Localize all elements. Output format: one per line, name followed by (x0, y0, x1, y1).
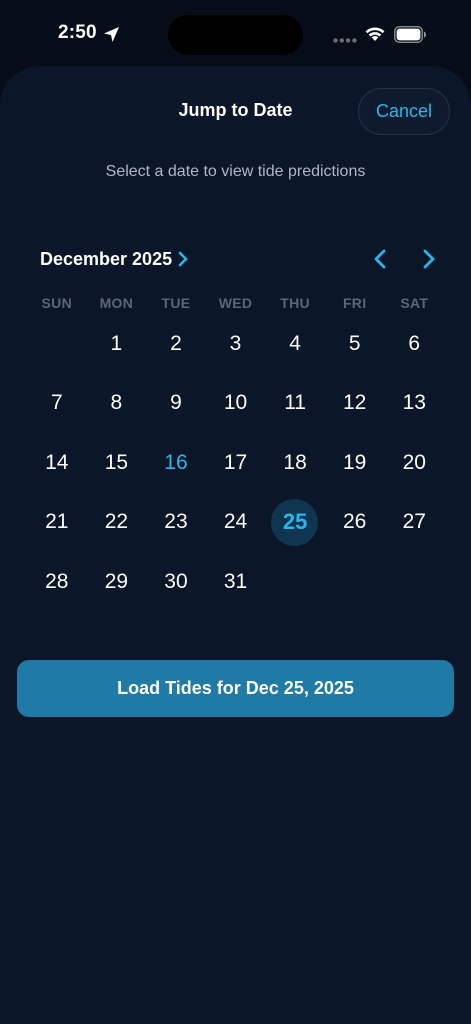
calendar-day-25[interactable]: 25 (265, 493, 325, 553)
weekday-label: SUN (41, 295, 73, 311)
calendar-day-27[interactable]: 27 (384, 493, 444, 553)
wifi-icon (365, 27, 385, 41)
calendar-day-number: 12 (343, 391, 367, 415)
next-month-button[interactable] (418, 247, 440, 271)
calendar-day-number: 20 (402, 450, 426, 474)
calendar-day-20[interactable]: 20 (384, 433, 444, 493)
calendar-week-row: 28 29 30 31 (27, 552, 444, 612)
chevron-right-icon (178, 251, 188, 267)
month-label: December 2025 (40, 248, 173, 269)
weekday-label: WED (218, 295, 253, 311)
calendar-day-number: 28 (45, 569, 69, 593)
calendar-day-number: 18 (283, 450, 307, 474)
chevron-right-icon (423, 249, 435, 269)
load-tides-button[interactable]: Load Tides for Dec 25, 2025 (17, 660, 454, 717)
calendar-day-number: 30 (164, 569, 188, 593)
calendar-day-24[interactable]: 24 (206, 493, 266, 553)
weekday-label: FRI (342, 295, 367, 311)
weekday-label: MON (99, 295, 134, 311)
calendar-day-3[interactable]: 3 (206, 314, 266, 374)
calendar-empty-cell (325, 552, 385, 612)
calendar-day-number: 8 (110, 391, 123, 415)
calendar-day-11[interactable]: 11 (265, 374, 325, 434)
calendar-day-number: 7 (50, 391, 63, 415)
sheet-subtitle: Select a date to view tide predictions (105, 163, 366, 180)
weekday-header: SUN MON TUE WED THU FRI SAT (27, 295, 444, 311)
calendar-day-8[interactable]: 8 (87, 374, 147, 434)
calendar-week-row: 1 2 3 4 5 6 (27, 314, 444, 374)
calendar-day-number: 26 (343, 510, 367, 534)
weekday-label: THU (280, 295, 310, 311)
calendar-day-number: 9 (170, 391, 182, 415)
calendar-day-12[interactable]: 12 (325, 374, 385, 434)
calendar-day-17[interactable]: 17 (206, 433, 266, 493)
calendar-day-31[interactable]: 31 (206, 552, 266, 612)
calendar-week-row: 14 15 16 17 18 19 20 (27, 433, 444, 493)
calendar-day-number: 24 (223, 510, 248, 534)
calendar-day-7[interactable]: 7 (27, 374, 87, 434)
calendar-day-number: 11 (284, 391, 306, 415)
calendar-day-5[interactable]: 5 (325, 314, 385, 374)
calendar-week-row: 7 8 9 10 11 12 13 (27, 374, 444, 434)
calendar-day-23[interactable]: 23 (146, 493, 206, 553)
calendar-day-number: 17 (223, 450, 248, 474)
calendar-day-number: 1 (110, 331, 123, 355)
calendar-day-18[interactable]: 18 (265, 433, 325, 493)
calendar-day-14[interactable]: 14 (27, 433, 87, 493)
battery-icon (394, 26, 426, 43)
calendar-grid: 1 2 3 4 5 6 7 8 9 10 11 12 13 14 15 16 17 18 19 20 21 22 23 24 2… (27, 314, 444, 612)
calendar-day-26[interactable]: 26 (325, 493, 385, 553)
calendar-day-28[interactable]: 28 (27, 552, 87, 612)
calendar-week-row: 21 22 23 24 25 26 27 (27, 493, 444, 553)
calendar-day-number: 15 (104, 450, 129, 474)
month-year-selector[interactable]: December 2025 (40, 247, 188, 271)
calendar-day-number: 27 (402, 510, 426, 534)
calendar-day-6[interactable]: 6 (384, 314, 444, 374)
calendar-day-number: 6 (408, 331, 421, 355)
calendar-day-19[interactable]: 19 (325, 433, 385, 493)
chevron-left-icon (374, 249, 386, 269)
weekday-label: TUE (161, 295, 191, 311)
calendar-empty-cell (384, 552, 444, 612)
calendar-day-13[interactable]: 13 (384, 374, 444, 434)
calendar-day-number: 29 (104, 569, 129, 593)
calendar-day-number: 13 (402, 391, 426, 415)
weekday-label: SAT (400, 295, 429, 311)
calendar-day-number: 4 (289, 331, 301, 355)
calendar-day-number: 5 (348, 331, 361, 355)
signal-dots-icon (333, 38, 357, 43)
calendar-empty-cell (265, 552, 325, 612)
calendar-day-number: 19 (343, 450, 367, 474)
location-arrow-icon (104, 27, 119, 42)
previous-month-button[interactable] (369, 247, 391, 271)
calendar-day-number: 25 (282, 509, 308, 535)
calendar-day-number: 2 (170, 331, 182, 355)
status-bar: 2:50 (0, 0, 471, 70)
calendar-day-number: 16 (164, 450, 188, 474)
calendar-day-2[interactable]: 2 (146, 314, 206, 374)
calendar-day-22[interactable]: 22 (87, 493, 147, 553)
calendar-day-21[interactable]: 21 (27, 493, 87, 553)
calendar-day-29[interactable]: 29 (87, 552, 147, 612)
calendar-day-15[interactable]: 15 (87, 433, 147, 493)
calendar-empty-cell (27, 314, 87, 374)
calendar-day-number: 31 (223, 569, 248, 593)
calendar-day-number: 10 (223, 391, 248, 415)
calendar-day-16[interactable]: 16 (146, 433, 206, 493)
calendar-day-number: 22 (104, 510, 129, 534)
calendar-day-1[interactable]: 1 (87, 314, 147, 374)
cancel-button[interactable]: Cancel (358, 88, 450, 135)
calendar-day-number: 3 (229, 331, 242, 355)
dynamic-island (168, 15, 303, 55)
calendar-day-9[interactable]: 9 (146, 374, 206, 434)
calendar-day-10[interactable]: 10 (206, 374, 266, 434)
calendar-day-number: 23 (164, 510, 188, 534)
calendar-day-number: 14 (45, 450, 69, 474)
calendar-day-number: 21 (45, 510, 69, 534)
calendar-day-30[interactable]: 30 (146, 552, 206, 612)
calendar-day-4[interactable]: 4 (265, 314, 325, 374)
status-time: 2:50 (58, 22, 97, 43)
